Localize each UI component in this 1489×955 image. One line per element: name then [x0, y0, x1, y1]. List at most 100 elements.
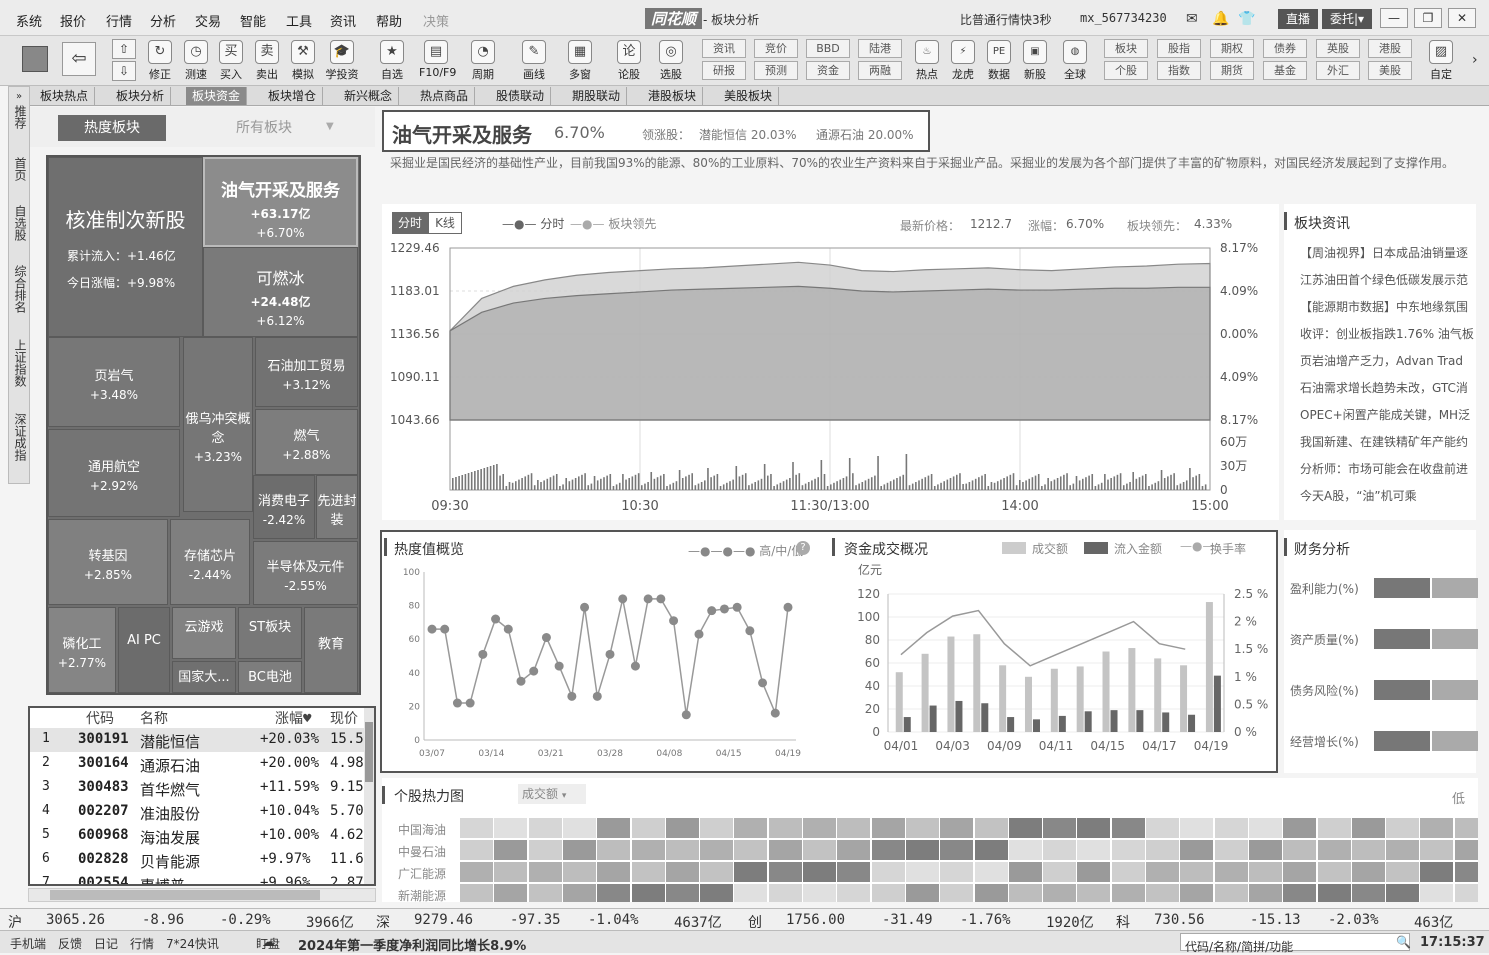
- heat-cell[interactable]: [837, 884, 871, 902]
- leader-stock-2[interactable]: 通源石油 20.00%: [816, 126, 914, 143]
- volume-bar[interactable]: [1102, 651, 1110, 733]
- heat-cell[interactable]: [1111, 840, 1145, 860]
- news-item[interactable]: 石油需求增长趋势未改，GTC消: [1300, 379, 1468, 396]
- market-button-bottom-2[interactable]: 期货: [1210, 61, 1254, 80]
- user-account[interactable]: mx_567734230: [1080, 11, 1167, 25]
- treemap-tile[interactable]: AI PC: [118, 607, 170, 693]
- shirt-icon[interactable]: 👕: [1238, 11, 1255, 27]
- hscroll-thumb[interactable]: [50, 890, 320, 900]
- toolbar-button-11[interactable]: 论论股: [612, 38, 646, 84]
- expand-icon[interactable]: »: [9, 91, 29, 102]
- news-item[interactable]: 分析师：市场可能会在收盘前进: [1300, 460, 1468, 477]
- heat-cell[interactable]: [1386, 818, 1420, 838]
- volume-bar[interactable]: [1076, 666, 1084, 732]
- heat-point[interactable]: [719, 604, 729, 614]
- inflow-bar[interactable]: [1213, 675, 1221, 732]
- menu-item-1[interactable]: 报价: [60, 11, 86, 30]
- heat-cell[interactable]: [1111, 884, 1145, 902]
- heat-cell[interactable]: [768, 884, 802, 902]
- leader-stock-1[interactable]: 潜能恒信 20.03%: [699, 126, 797, 143]
- volume-bar[interactable]: [1050, 668, 1058, 732]
- heat-cell[interactable]: [665, 840, 699, 860]
- news-item[interactable]: 收评：创业板指跌1.76% 油气板: [1300, 325, 1474, 342]
- left-nav-item-0[interactable]: 推荐: [9, 105, 29, 129]
- heat-cell[interactable]: [494, 818, 528, 838]
- heat-cell[interactable]: [871, 840, 905, 860]
- quick-button-top-2[interactable]: BBD: [806, 39, 850, 58]
- heat-cell[interactable]: [1454, 840, 1478, 860]
- heat-point[interactable]: [427, 624, 437, 634]
- heat-cell[interactable]: [528, 862, 562, 882]
- treemap-tile[interactable]: 先进封装: [316, 475, 358, 539]
- custom-button[interactable]: ▨ 自定: [1424, 38, 1458, 84]
- menu-item-4[interactable]: 交易: [195, 11, 221, 30]
- heat-point[interactable]: [465, 698, 475, 708]
- heat-point[interactable]: [630, 661, 640, 671]
- inflow-bar[interactable]: [955, 700, 963, 732]
- volume-bar[interactable]: [947, 636, 955, 732]
- heat-cell[interactable]: [1180, 818, 1214, 838]
- market-button-top-5[interactable]: 港股: [1368, 39, 1412, 58]
- tab-all-sectors[interactable]: 所有板块: [196, 115, 332, 141]
- heat-cell[interactable]: [974, 818, 1008, 838]
- heat-cell[interactable]: [1351, 818, 1385, 838]
- heat-cell[interactable]: [837, 862, 871, 882]
- col-code[interactable]: 代码: [86, 708, 114, 728]
- close-button[interactable]: ✕: [1448, 8, 1476, 28]
- heat-cell[interactable]: [1043, 862, 1077, 882]
- heat-cell[interactable]: [940, 884, 974, 902]
- heat-cell[interactable]: [1351, 840, 1385, 860]
- heat-cell[interactable]: [974, 884, 1008, 902]
- news-item[interactable]: OPEC+闲置产能成关键，MH泛: [1300, 406, 1470, 423]
- heat-cell[interactable]: [803, 840, 836, 860]
- stock-row[interactable]: 2 300164 通源石油 +20.00% 4.98: [30, 752, 370, 776]
- heat-cell[interactable]: [1454, 884, 1478, 902]
- volume-bar[interactable]: [1180, 665, 1188, 732]
- heat-cell[interactable]: [974, 840, 1008, 860]
- heat-cell[interactable]: [700, 862, 734, 882]
- heat-point[interactable]: [478, 649, 488, 659]
- heat-chart[interactable]: 100 80 60 40 20 0 03/07 03/14 03/21 03/28 04/08 04/…: [384, 562, 822, 769]
- tab-7[interactable]: 期股联动: [566, 87, 628, 105]
- toolbar-button-5[interactable]: 🎓 学投资: [325, 38, 359, 84]
- heat-cell[interactable]: [1077, 840, 1111, 860]
- heat-cell[interactable]: [837, 818, 871, 838]
- market-button-bottom-0[interactable]: 个股: [1104, 61, 1148, 80]
- heat-cell[interactable]: [1077, 884, 1111, 902]
- volume-bar[interactable]: [921, 653, 929, 732]
- market-button-top-0[interactable]: 板块: [1104, 39, 1148, 58]
- heat-cell[interactable]: [665, 862, 699, 882]
- stock-row[interactable]: 1 300191 潜能恒信 +20.03% 15.58: [30, 728, 372, 752]
- heat-cell[interactable]: [460, 818, 493, 838]
- news-item[interactable]: 今天A股，“油”机可乘: [1300, 487, 1417, 504]
- heat-cell[interactable]: [1386, 884, 1420, 902]
- news-item[interactable]: 【能源期市数据】中东地缘氛围: [1300, 298, 1468, 315]
- heat-cell[interactable]: [494, 840, 528, 860]
- heat-cell[interactable]: [665, 884, 699, 902]
- tab-4[interactable]: 新兴概念: [338, 87, 400, 105]
- heat-cell[interactable]: [1317, 862, 1351, 882]
- cloud-icon[interactable]: ☁: [262, 935, 275, 950]
- quick-button-top-1[interactable]: 竞价: [754, 39, 798, 58]
- heat-cell[interactable]: [837, 840, 871, 860]
- heat-cell[interactable]: [803, 862, 836, 882]
- inflow-bar[interactable]: [929, 705, 937, 732]
- col-name[interactable]: 名称: [140, 708, 168, 728]
- treemap-tile[interactable]: 消费电子 -2.42%: [253, 475, 315, 539]
- help-icon[interactable]: ?: [796, 541, 810, 555]
- heat-point[interactable]: [440, 624, 450, 634]
- treemap-tile[interactable]: 油气开采及服务 +63.17亿 +6.70%: [203, 157, 358, 247]
- heat-cell[interactable]: [1420, 884, 1454, 902]
- tab-9[interactable]: 美股板块: [718, 87, 780, 105]
- status-link-1[interactable]: 反馈: [58, 935, 82, 952]
- toolbar-button-10[interactable]: ▦ 多窗: [563, 38, 597, 84]
- col-change[interactable]: 涨幅♥: [275, 708, 311, 728]
- heat-cell[interactable]: [1214, 840, 1248, 860]
- volume-bar[interactable]: [999, 665, 1007, 732]
- heat-point[interactable]: [643, 594, 653, 604]
- inflow-bar[interactable]: [1084, 711, 1092, 732]
- heat-cell[interactable]: [1351, 884, 1385, 902]
- heat-point[interactable]: [452, 698, 462, 708]
- heat-point[interactable]: [669, 616, 679, 626]
- treemap-tile[interactable]: 核准制次新股 累计流入：+1.46亿 今日涨幅：+9.98%: [48, 157, 203, 337]
